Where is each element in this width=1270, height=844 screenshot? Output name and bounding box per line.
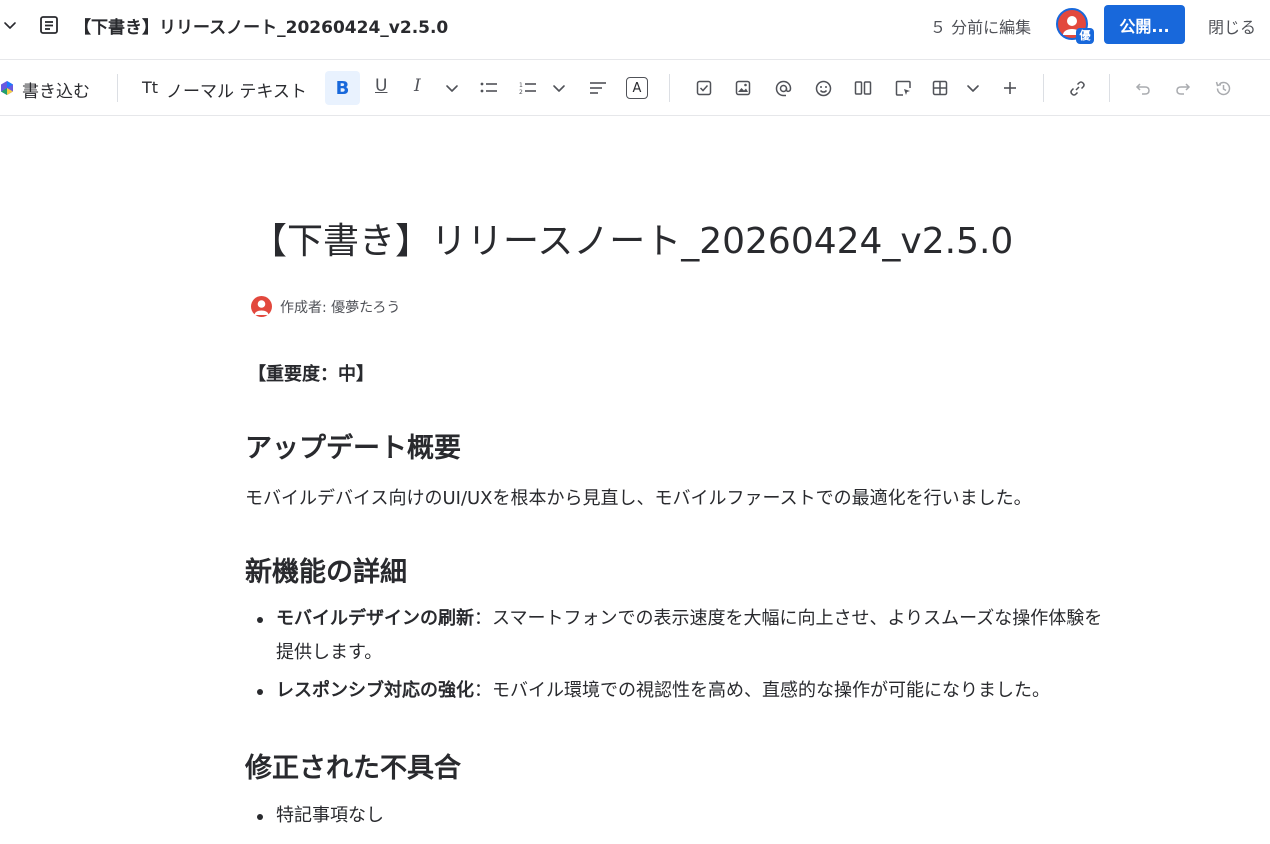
image-icon[interactable] — [731, 76, 755, 100]
feature-description: ：モバイル環境での視認性を高め、直感的な操作が可能になりました。 — [474, 680, 1050, 701]
feature-description: ：スマートフォンでの表示速度を大幅に向上させ、よりスムーズな操作体験を — [474, 608, 1103, 629]
link-icon[interactable] — [1065, 76, 1089, 100]
checkbox-icon[interactable] — [692, 76, 716, 100]
underline-button[interactable]: U — [375, 76, 387, 96]
divider — [117, 74, 118, 102]
redo-icon[interactable] — [1171, 76, 1195, 100]
text-style-dropdown[interactable]: ノーマル テキスト — [166, 77, 307, 102]
divider — [1109, 74, 1110, 102]
align-left-icon[interactable] — [586, 76, 610, 100]
page-title[interactable]: 【下書き】リリースノート_20260424_v2.5.0 — [251, 212, 1013, 264]
table-options-chevron-icon[interactable] — [961, 76, 985, 100]
italic-button[interactable]: I — [414, 76, 421, 96]
list-item[interactable]: 特記事項なし — [276, 799, 384, 833]
ai-sparkle-icon[interactable] — [0, 76, 14, 100]
list-item[interactable]: レスポンシブ対応の強化：モバイル環境での視認性を高め、直感的な操作が可能になりま… — [276, 674, 1050, 708]
mention-icon[interactable] — [771, 76, 795, 100]
bullet-list-icon[interactable] — [477, 76, 501, 100]
version-history-icon[interactable] — [1211, 76, 1235, 100]
publish-button[interactable]: 公開... — [1104, 5, 1185, 44]
undo-icon[interactable] — [1131, 76, 1155, 100]
top-bar: 【下書き】リリースノート_20260424_v2.5.0 ５ 分前に編集 優 公… — [0, 0, 1270, 50]
emoji-icon[interactable] — [811, 76, 835, 100]
columns-layout-icon[interactable] — [851, 76, 875, 100]
list-item-continuation[interactable]: 提供します。 — [276, 636, 382, 670]
bullet — [257, 814, 263, 820]
author-avatar — [251, 296, 272, 317]
avatar-badge: 優 — [1076, 28, 1094, 44]
insert-element-icon[interactable] — [891, 76, 915, 100]
importance-label[interactable]: 【重要度：中】 — [248, 360, 374, 386]
heading-fixed-bugs[interactable]: 修正された不具合 — [245, 746, 461, 785]
text-color-label: A — [626, 77, 648, 99]
divider — [1043, 74, 1044, 102]
svg-text:1: 1 — [519, 82, 523, 89]
chevron-down-icon[interactable] — [2, 17, 18, 33]
feature-name: モバイルデザインの刷新 — [276, 608, 474, 629]
list-options-chevron-icon[interactable] — [547, 76, 571, 100]
svg-text:2: 2 — [519, 89, 523, 95]
ai-write-button[interactable]: 書き込む — [22, 77, 90, 102]
heading-update-overview[interactable]: アップデート概要 — [245, 426, 461, 465]
list-item[interactable]: モバイルデザインの刷新：スマートフォンでの表示速度を大幅に向上させ、よりスムーズ… — [276, 602, 1102, 636]
feature-name: レスポンシブ対応の強化 — [276, 680, 474, 701]
last-edited-status[interactable]: ５ 分前に編集 — [930, 14, 1031, 38]
text-style-icon[interactable]: Tt — [142, 78, 158, 97]
more-formatting-chevron-icon[interactable] — [440, 76, 464, 100]
table-icon[interactable] — [928, 76, 952, 100]
page-title-header: 【下書き】リリースノート_20260424_v2.5.0 — [74, 18, 449, 38]
bold-button[interactable]: B — [325, 71, 360, 105]
plus-icon[interactable] — [998, 76, 1022, 100]
heading-new-features[interactable]: 新機能の詳細 — [245, 550, 407, 589]
editor-toolbar: 書き込む Tt ノーマル テキスト B U I 12 A — [0, 59, 1270, 116]
numbered-list-icon[interactable]: 12 — [516, 76, 540, 100]
page-icon — [38, 14, 60, 36]
divider — [669, 74, 670, 102]
author-byline: 作成者: 優夢たろう — [280, 300, 401, 316]
overview-paragraph[interactable]: モバイルデバイス向けのUI/UXを根本から見直し、モバイルファーストでの最適化を… — [245, 484, 1032, 510]
close-button[interactable]: 閉じる — [1208, 14, 1256, 38]
bullet — [257, 689, 263, 695]
text-color-button[interactable]: A — [625, 76, 649, 100]
bullet — [257, 617, 263, 623]
